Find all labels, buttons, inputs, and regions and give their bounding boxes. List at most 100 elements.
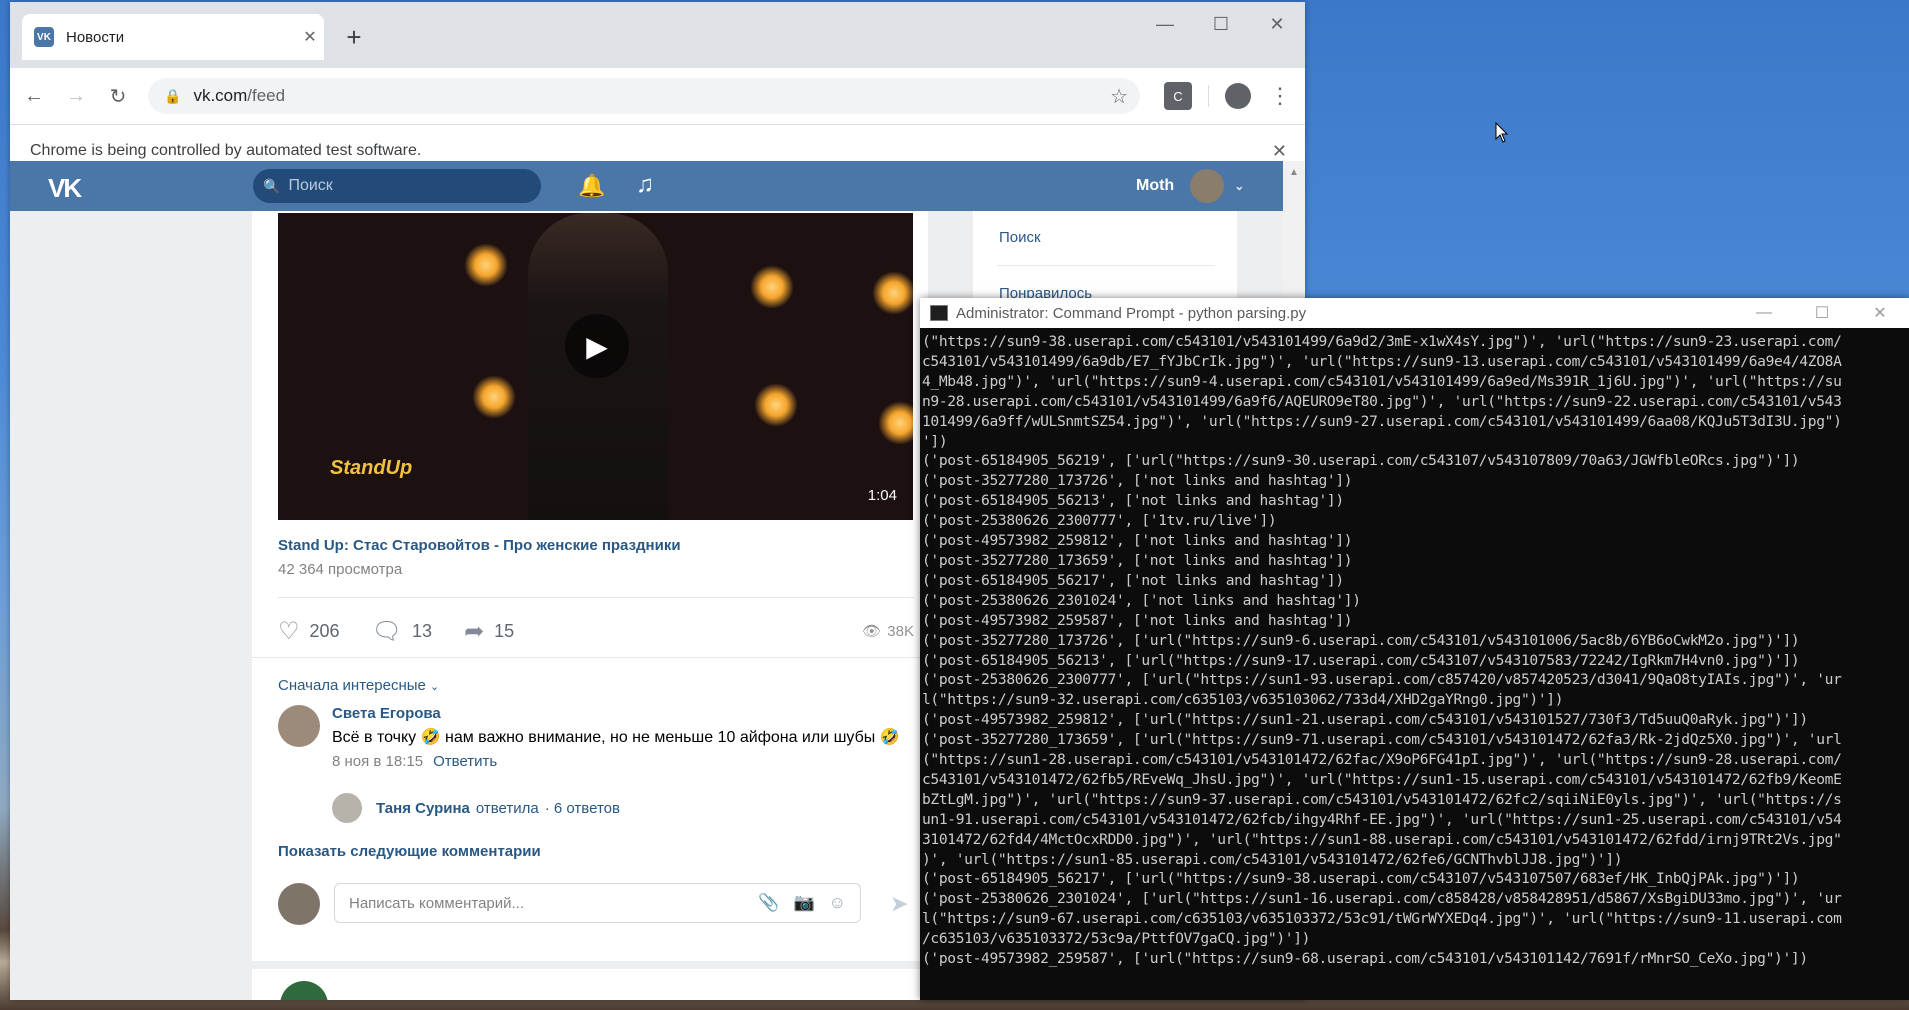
console-output[interactable]: ("https://sun9-38.userapi.com/c543101/v5…: [922, 332, 1902, 996]
comment-placeholder: Написать комментарий...: [349, 894, 525, 912]
views-counter: 👁 38K: [862, 622, 914, 641]
address-bar[interactable]: 🔒 vk.com/feed ☆: [148, 78, 1140, 114]
vk-header: VK 🔍 Поиск 🔔 ♫ Moth ⌄: [10, 161, 1283, 211]
console-line: )', 'url("https://sun1-85.userapi.com/c5…: [922, 850, 1623, 868]
comment-date: 8 ноя в 18:15: [332, 753, 424, 770]
maximize-icon[interactable]: ☐: [1793, 298, 1851, 328]
minimize-icon[interactable]: —: [1137, 2, 1193, 46]
eye-icon: 👁: [862, 623, 882, 640]
cmd-window-controls: — ☐ ✕: [1735, 298, 1909, 328]
new-tab-button[interactable]: +: [338, 22, 370, 53]
console-line: ('post-35277280_173659', ['not links and…: [922, 551, 1353, 569]
like-count: 206: [309, 620, 340, 641]
paperclip-icon[interactable]: 📎: [758, 893, 779, 913]
reply-count-link[interactable]: · 6 ответов: [545, 800, 620, 817]
chevron-down-icon: ⌄: [1234, 179, 1245, 193]
right-menu-item-search[interactable]: Поиск: [999, 229, 1041, 246]
avatar[interactable]: [278, 705, 320, 747]
show-more-comments-link[interactable]: Показать следующие комментарии: [278, 843, 541, 860]
vk-search-input[interactable]: 🔍 Поиск: [253, 169, 541, 203]
infobar-close-icon[interactable]: ✕: [1272, 141, 1287, 162]
console-line: ('post-49573982_259812', ['not links and…: [922, 532, 1353, 550]
scroll-up-icon[interactable]: ▲: [1283, 167, 1305, 178]
comment-meta: 8 ноя в 18:15 Ответить: [332, 753, 497, 770]
stage-light: [878, 401, 913, 445]
tab-news[interactable]: VK Новости ✕: [22, 14, 324, 60]
stage-light: [872, 271, 913, 315]
share-arrow-icon: ➦: [464, 617, 485, 645]
console-line: c543101/v543101472/62fb5/REveWq_JhsU.jpg…: [922, 770, 1842, 788]
console-line: /c635103/v635103372/53c9a/PttfOV7gaCQ.jp…: [922, 930, 1311, 948]
reload-icon[interactable]: ↻: [100, 78, 136, 114]
reply-thread[interactable]: Таня Сурина ответила · 6 ответов: [332, 793, 620, 823]
divider: [278, 597, 914, 598]
window-controls: — ☐ ✕: [1137, 2, 1305, 46]
console-line: ('post-25380626_2300777', ['url("https:/…: [922, 671, 1842, 689]
profile-avatar-icon[interactable]: [1225, 83, 1251, 109]
bookmark-star-icon[interactable]: ☆: [1110, 84, 1128, 109]
tab-close-icon[interactable]: ✕: [296, 27, 324, 47]
camera-icon[interactable]: 📷: [793, 893, 814, 913]
infobar-message: Chrome is being controlled by automated …: [30, 142, 422, 159]
close-window-icon[interactable]: ✕: [1249, 2, 1305, 46]
send-arrow-icon[interactable]: ➤: [890, 891, 908, 917]
comment-input[interactable]: Написать комментарий... 📎 📷 ☺: [334, 883, 861, 923]
music-note-icon[interactable]: ♫: [636, 171, 654, 199]
composer-icons: 📎 📷 ☺: [758, 893, 846, 913]
console-line: ("https://sun9-38.userapi.com/c543101/v5…: [922, 333, 1842, 350]
user-name: Moth: [1136, 177, 1175, 194]
vk-logo-icon[interactable]: VK: [48, 173, 88, 203]
video-player[interactable]: StandUp ▶ 1:04: [278, 213, 913, 520]
search-placeholder: Поиск: [288, 177, 333, 194]
console-line: 101499/6a9ff/wULSnmtSZ54.jpg")', 'url("h…: [922, 412, 1842, 430]
avatar[interactable]: [280, 981, 328, 1000]
console-line: ("https://sun1-28.userapi.com/c543101/v5…: [922, 751, 1842, 769]
console-line: l("https://sun9-32.userapi.com/c635103/v…: [922, 691, 1564, 709]
minimize-icon[interactable]: —: [1735, 298, 1793, 328]
video-duration: 1:04: [867, 487, 897, 504]
close-window-icon[interactable]: ✕: [1851, 298, 1909, 328]
comment-sort-dropdown[interactable]: Сначала интересные ⌄: [278, 677, 439, 694]
console-line: l("https://sun9-67.userapi.com/c635103/v…: [922, 910, 1842, 928]
avatar: [1190, 169, 1225, 203]
reply-link[interactable]: Ответить: [433, 753, 497, 770]
console-line: ']): [922, 432, 948, 450]
video-views: 42 364 просмотра: [278, 561, 403, 578]
bell-icon[interactable]: 🔔: [578, 173, 605, 199]
console-line: ('post-65184905_56217', ['url("https://s…: [922, 870, 1800, 888]
console-line: ('post-65184905_56217', ['not links and …: [922, 571, 1344, 589]
cmd-titlebar[interactable]: Administrator: Command Prompt - python p…: [920, 298, 1909, 328]
console-line: n9-28.userapi.com/c543101/v543101499/6a9…: [922, 392, 1842, 410]
command-prompt-window: Administrator: Command Prompt - python p…: [920, 298, 1909, 1000]
console-line: ('post-35277280_173726', ['not links and…: [922, 472, 1353, 490]
forward-arrow-icon[interactable]: →: [58, 78, 94, 114]
url-path: /feed: [247, 86, 286, 105]
console-line: ('post-25380626_2301024', ['not links an…: [922, 591, 1361, 609]
standup-logo: StandUp: [330, 457, 413, 479]
like-button[interactable]: ♡ 206: [278, 617, 340, 646]
share-button[interactable]: ➦ 15: [464, 617, 514, 646]
stage-light: [464, 243, 508, 287]
comment-author[interactable]: Света Егорова: [332, 705, 441, 722]
divider: [252, 657, 928, 658]
console-line: bZtLgM.jpg")', 'url("https://sun9-37.use…: [922, 790, 1842, 808]
console-line: ('post-25380626_2301024', ['url("https:/…: [922, 890, 1842, 908]
play-icon[interactable]: ▶: [565, 314, 629, 378]
comment-button[interactable]: 🗨 13: [372, 617, 433, 646]
extension-icon[interactable]: C: [1164, 82, 1192, 110]
search-icon: 🔍: [263, 177, 281, 194]
avatar: [332, 793, 362, 823]
console-line: ('post-65184905_56219', ['url("https://s…: [922, 452, 1800, 470]
maximize-icon[interactable]: ☐: [1193, 2, 1249, 46]
back-arrow-icon[interactable]: ←: [16, 78, 52, 114]
user-menu[interactable]: Moth ⌄: [1136, 169, 1244, 203]
smile-icon[interactable]: ☺: [829, 893, 846, 913]
video-title-link[interactable]: Stand Up: Стас Старовойтов - Про женские…: [278, 537, 681, 554]
feed-post: StandUp ▶ 1:04 Stand Up: Стас Старовойто…: [252, 211, 928, 961]
url-host: vk.com: [193, 86, 248, 105]
kebab-menu-icon[interactable]: ⋮: [1269, 83, 1291, 109]
tab-title: Новости: [66, 28, 125, 46]
comment-composer: Написать комментарий... 📎 📷 ☺ ➤: [278, 881, 914, 927]
cmd-title-text: Administrator: Command Prompt - python p…: [956, 304, 1307, 322]
reply-author[interactable]: Таня Сурина: [376, 800, 470, 817]
